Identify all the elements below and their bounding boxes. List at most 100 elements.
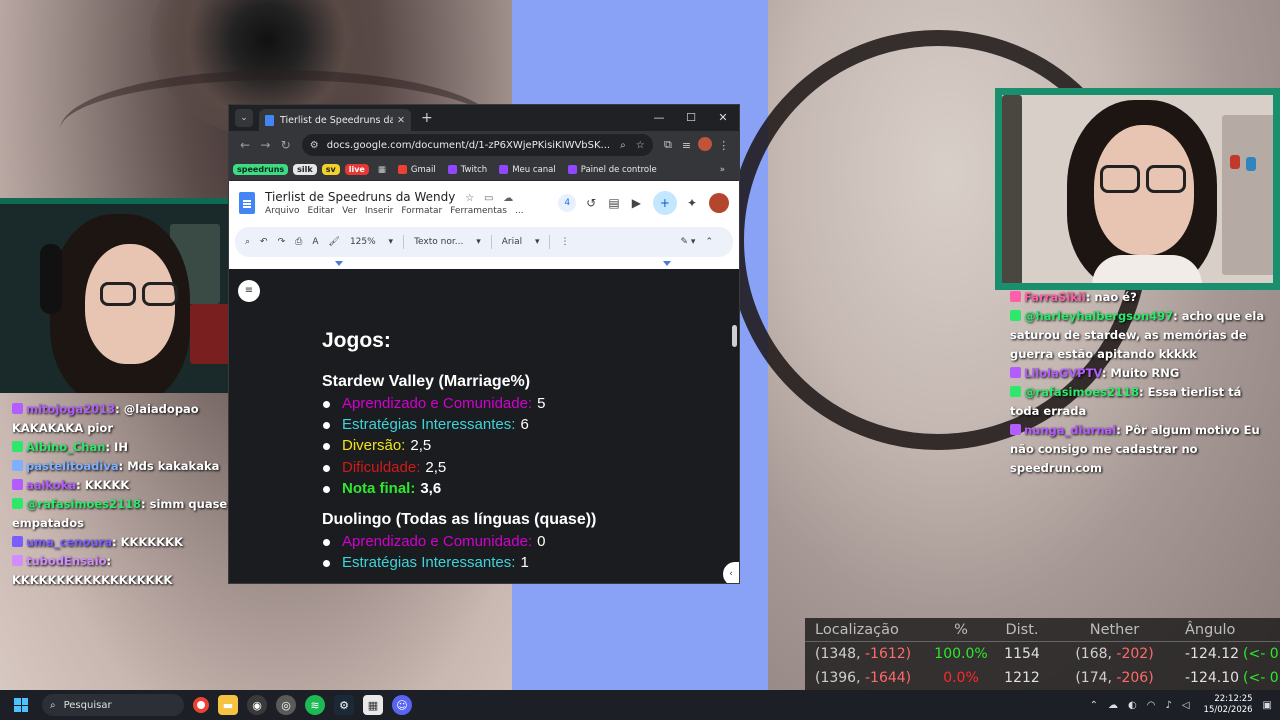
docs-menu-item[interactable]: ... bbox=[515, 206, 524, 216]
cloud-icon[interactable]: ☁ bbox=[1108, 700, 1118, 711]
more-bookmarks-icon[interactable]: » bbox=[720, 165, 725, 175]
docs-menu-item[interactable]: Arquivo bbox=[265, 206, 299, 216]
doc-scrollbar[interactable] bbox=[732, 325, 737, 347]
search-menus-icon[interactable]: ⌕ bbox=[245, 237, 250, 247]
obs-icon[interactable]: ◉ bbox=[247, 695, 267, 715]
speaker-icon[interactable]: ◁ bbox=[1182, 700, 1190, 711]
tray-app-icon[interactable]: ◐ bbox=[1128, 700, 1137, 711]
tray-overflow-icon[interactable]: ⌃ bbox=[1090, 700, 1098, 711]
chat-username[interactable]: @rafasimoes2118 bbox=[26, 497, 141, 511]
bookmark-chip-0[interactable]: speedruns bbox=[233, 164, 289, 175]
docs-menu-item[interactable]: Inserir bbox=[365, 206, 394, 216]
chat-username[interactable]: @harleyhalbergson497 bbox=[1024, 309, 1173, 323]
chat-username[interactable]: pastelitoadiva bbox=[26, 459, 119, 473]
more-options-icon[interactable]: ⋮ bbox=[560, 237, 569, 247]
tab-media-icon[interactable]: ≡ bbox=[677, 139, 696, 152]
menu-kebab-icon[interactable]: ⋮ bbox=[714, 139, 733, 152]
discord-icon[interactable]: ☺ bbox=[392, 695, 412, 715]
move-folder-icon[interactable]: ▭ bbox=[484, 193, 493, 204]
site-info-icon[interactable]: ⚙ bbox=[310, 140, 319, 151]
side-panel-toggle-icon[interactable]: ‹ bbox=[723, 562, 739, 583]
minimize-button[interactable]: — bbox=[643, 105, 675, 131]
tab-docs[interactable]: Tierlist de Speedruns da Wendy ✕ bbox=[259, 109, 411, 131]
taskbar-search[interactable]: ⌕ Pesquisar bbox=[42, 694, 184, 716]
collapse-menus-icon[interactable]: ⌃ bbox=[705, 237, 713, 247]
meet-icon[interactable]: ▶ bbox=[632, 196, 641, 210]
share-button[interactable]: + bbox=[652, 191, 677, 215]
window-controls: — ☐ ✕ bbox=[643, 105, 739, 131]
chrome-active-icon[interactable]: ◎ bbox=[276, 695, 296, 715]
docs-menu-item[interactable]: Formatar bbox=[401, 206, 442, 216]
paint-format-icon[interactable]: 🖌 bbox=[329, 237, 340, 247]
chat-username[interactable]: Albino_Chan bbox=[26, 440, 105, 454]
ruler-right-marker[interactable] bbox=[663, 261, 671, 266]
bookmark-link-0[interactable]: Gmail bbox=[397, 165, 436, 175]
spotify-icon[interactable]: ≋ bbox=[305, 695, 325, 715]
ruler[interactable] bbox=[229, 261, 739, 269]
steam-icon[interactable]: ⚙ bbox=[334, 695, 354, 715]
chat-username[interactable]: aaikoka bbox=[26, 478, 76, 492]
clock[interactable]: 22:12:25 15/02/2026 bbox=[1204, 694, 1253, 716]
chrome-icon[interactable] bbox=[193, 697, 209, 713]
history-icon[interactable]: ↺ bbox=[586, 196, 596, 210]
chat-username[interactable]: @rafasimoes2118 bbox=[1024, 385, 1139, 399]
omnibox[interactable]: ⚙ docs.google.com/document/d/1-zP6XWjePK… bbox=[301, 134, 653, 156]
maximize-button[interactable]: ☐ bbox=[675, 105, 707, 131]
zoom-select[interactable]: 125% ▾ bbox=[350, 237, 393, 247]
doc-title[interactable]: Tierlist de Speedruns da Wendy bbox=[265, 190, 455, 204]
spellcheck-icon[interactable]: A bbox=[312, 237, 318, 247]
document-body[interactable]: Jogos: Stardew Valley (Marriage%) Aprendi… bbox=[322, 329, 596, 583]
bookmark-chip-2[interactable]: sv bbox=[321, 164, 340, 175]
chat-username[interactable]: mitojoga2013 bbox=[26, 402, 115, 416]
comments-icon[interactable]: ▤ bbox=[608, 196, 619, 210]
docs-menu-item[interactable]: Ferramentas bbox=[450, 206, 507, 216]
new-tab-button[interactable]: + bbox=[421, 110, 433, 126]
redo-icon[interactable]: ↷ bbox=[278, 237, 286, 247]
bookmark-chip-3[interactable]: live bbox=[344, 164, 369, 175]
star-icon[interactable]: ☆ bbox=[465, 193, 474, 204]
bookmark-chip-1[interactable]: silk bbox=[293, 164, 317, 175]
chat-message: LilolaGVPTV: Muito RNG bbox=[1010, 364, 1270, 383]
tab-search-button[interactable]: ⌄ bbox=[235, 109, 253, 127]
bookmark-link-3[interactable]: Painel de controle bbox=[567, 165, 657, 175]
font-select[interactable]: Arial ▾ bbox=[502, 237, 540, 247]
document-canvas[interactable]: ≡ Jogos: Stardew Valley (Marriage%) Apren… bbox=[229, 269, 739, 583]
bookmark-star-icon[interactable]: ☆ bbox=[636, 140, 645, 151]
reload-icon[interactable]: ↻ bbox=[276, 138, 296, 152]
bookmark-link-2[interactable]: Meu canal bbox=[499, 165, 556, 175]
docs-menu-bar: Arquivo Editar Ver Inserir Formatar Ferrament… bbox=[265, 206, 558, 216]
ruler-indent-marker[interactable] bbox=[335, 261, 343, 266]
chat-username[interactable]: uma_cenoura bbox=[26, 535, 112, 549]
close-tab-icon[interactable]: ✕ bbox=[397, 115, 405, 126]
chat-username[interactable]: tubodEnsaio bbox=[26, 554, 107, 568]
file-explorer-icon[interactable]: ▬ bbox=[218, 695, 238, 715]
collaborators-count[interactable]: 4 bbox=[558, 194, 577, 212]
bookmark-link-1[interactable]: Twitch bbox=[447, 165, 487, 175]
clock-date: 15/02/2026 bbox=[1203, 705, 1253, 715]
wifi-icon[interactable]: ◠ bbox=[1147, 700, 1156, 711]
calculator-icon[interactable]: ▦ bbox=[363, 695, 383, 715]
close-window-button[interactable]: ✕ bbox=[707, 105, 739, 131]
docs-menu-item[interactable]: Editar bbox=[307, 206, 334, 216]
apps-grid-icon[interactable]: ▦ bbox=[378, 165, 386, 175]
outline-icon[interactable]: ≡ bbox=[238, 280, 260, 302]
profile-avatar[interactable] bbox=[696, 136, 715, 154]
gemini-icon[interactable]: ✦ bbox=[687, 196, 697, 210]
extensions-icon[interactable]: ⧉ bbox=[659, 138, 678, 152]
chat-username[interactable]: LilolaGVPTV bbox=[1024, 366, 1102, 380]
search-icon[interactable]: ⌕ bbox=[620, 140, 626, 151]
account-avatar[interactable] bbox=[709, 193, 729, 213]
print-icon[interactable]: ⎙ bbox=[295, 237, 302, 247]
docs-menu-item[interactable]: Ver bbox=[342, 206, 357, 216]
style-select[interactable]: Texto nor... ▾ bbox=[414, 237, 481, 247]
notification-icon[interactable]: ▣ bbox=[1263, 700, 1272, 711]
windows-start-icon[interactable] bbox=[14, 698, 28, 712]
back-icon[interactable]: ← bbox=[235, 138, 255, 152]
docs-logo-icon[interactable] bbox=[239, 192, 255, 214]
edit-mode-icon[interactable]: ✎ ▾ bbox=[681, 237, 696, 247]
forward-icon[interactable]: → bbox=[255, 138, 275, 152]
chat-username[interactable]: FarraSikii bbox=[1024, 290, 1086, 304]
chat-username[interactable]: nunga_diurnal bbox=[1024, 423, 1116, 437]
microphone-icon[interactable]: ♪ bbox=[1165, 700, 1171, 711]
undo-icon[interactable]: ↶ bbox=[260, 237, 268, 247]
